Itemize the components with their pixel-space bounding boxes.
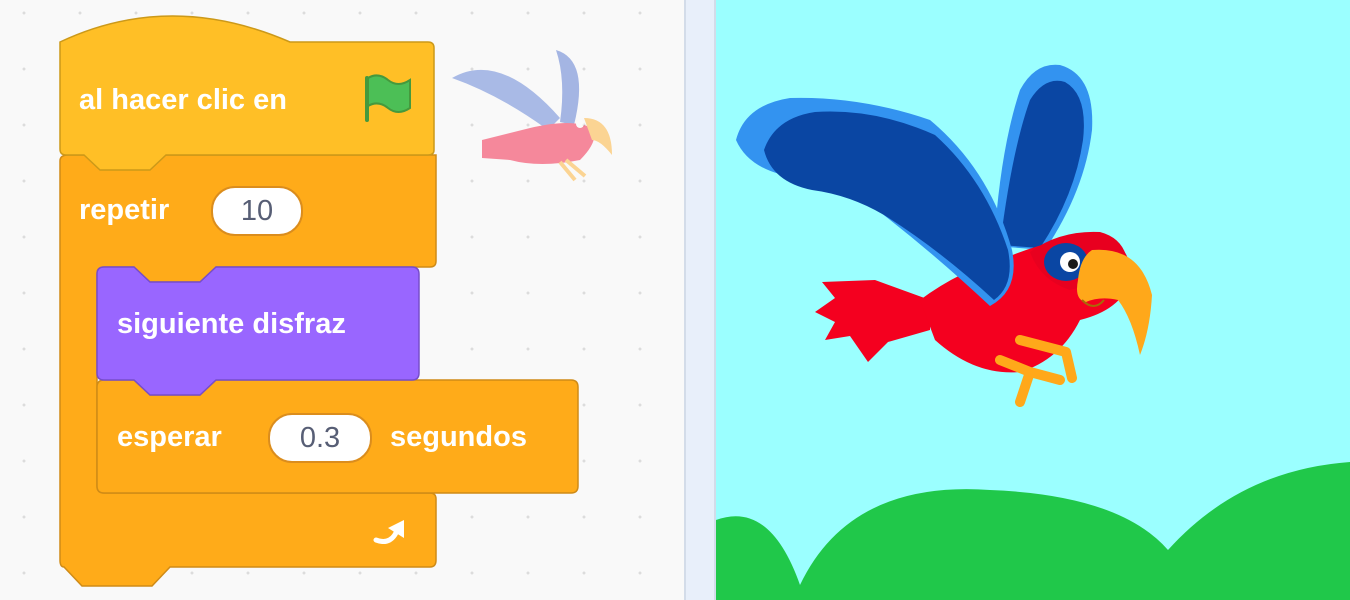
- wait-label: esperar: [117, 421, 222, 453]
- next-costume-label: siguiente disfraz: [117, 308, 346, 340]
- wait-value-input[interactable]: 0.3: [268, 413, 372, 463]
- panel-divider[interactable]: [684, 0, 716, 600]
- stage-scene: [716, 64, 1350, 600]
- stage[interactable]: [716, 0, 1350, 600]
- repeat-label: repetir: [79, 194, 170, 226]
- code-workspace[interactable]: al hacer clic en repetir 10 siguiente di…: [0, 0, 684, 600]
- repeat-count-input[interactable]: 10: [211, 186, 303, 236]
- parrot-sprite-icon[interactable]: [452, 50, 612, 182]
- parrot-sprite[interactable]: [736, 64, 1152, 407]
- wait-unit-label: segundos: [390, 421, 527, 453]
- green-hills: [716, 462, 1350, 600]
- hat-label: al hacer clic en: [79, 84, 287, 116]
